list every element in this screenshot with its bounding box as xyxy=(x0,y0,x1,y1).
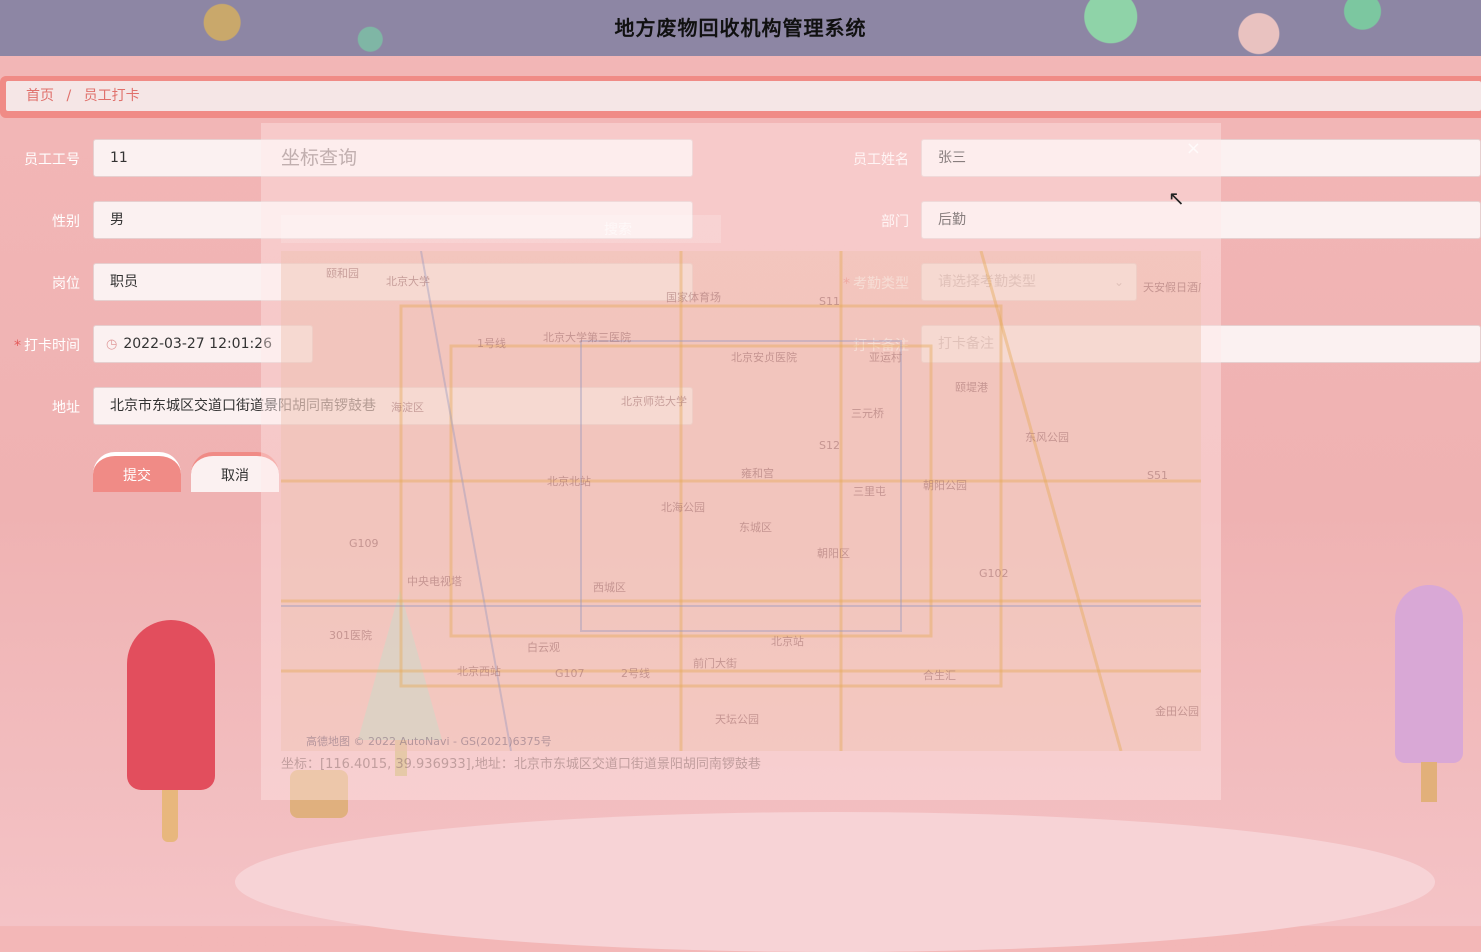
app-header: 地方废物回收机构管理系统 xyxy=(0,0,1481,56)
map-label: 国家体育场 xyxy=(666,291,721,304)
gender-label: 性别 xyxy=(52,214,80,230)
mouse-cursor-icon: ↖ xyxy=(1168,186,1185,210)
map-label: 北京站 xyxy=(771,635,804,648)
map-label: 前门大街 xyxy=(693,657,737,670)
close-icon[interactable]: × xyxy=(1186,138,1201,159)
address-label: 地址 xyxy=(52,400,80,416)
map-label: 金田公园 xyxy=(1155,705,1199,718)
map-search-button[interactable]: 搜索 xyxy=(604,219,632,239)
position-label: 岗位 xyxy=(52,276,80,292)
map-label: 颐和园 xyxy=(326,267,359,280)
clock-time-value: 2022-03-27 12:01:26 xyxy=(123,336,273,352)
breadcrumb-home[interactable]: 首页 xyxy=(26,88,54,104)
popsicle-decoration xyxy=(1395,585,1463,763)
map-view[interactable]: 颐和园 北京大学 国家体育场 北京大学第三医院 北京安贞医院 北京师范大学 海淀… xyxy=(281,251,1201,751)
required-mark: * xyxy=(14,338,21,354)
popsicle-stick-decoration xyxy=(162,790,178,842)
map-label: G109 xyxy=(349,537,379,550)
map-label: 白云观 xyxy=(527,641,560,654)
map-label: 海淀区 xyxy=(391,401,424,414)
map-label: 朝阳区 xyxy=(817,547,850,560)
map-label: S51 xyxy=(1147,469,1168,482)
clock-time-label-text: 打卡时间 xyxy=(24,338,80,354)
map-label: 天安假日酒店 xyxy=(1143,281,1201,294)
map-label: 东城区 xyxy=(739,521,772,534)
map-label: 301医院 xyxy=(329,629,372,642)
map-label: 1号线 xyxy=(477,337,506,350)
map-label: 三里屯 xyxy=(853,485,886,498)
map-label: S11 xyxy=(819,295,840,308)
map-label: 中央电视塔 xyxy=(407,575,462,588)
clock-icon: ◷ xyxy=(106,337,118,352)
map-label: 北京大学 xyxy=(386,275,430,288)
popsicle-decoration xyxy=(127,620,215,790)
map-search-input[interactable] xyxy=(281,215,721,243)
submit-button[interactable]: 提交 xyxy=(93,452,181,492)
map-label: 2号线 xyxy=(621,667,650,680)
map-label: 西城区 xyxy=(593,581,626,594)
map-label: 北京师范大学 xyxy=(621,395,687,408)
breadcrumb: 首页 / 员工打卡 xyxy=(6,81,1481,111)
popsicle-stick-decoration xyxy=(1421,762,1437,802)
breadcrumb-bar: 首页 / 员工打卡 xyxy=(0,76,1481,118)
coordinate-readout: 坐标：[116.4015, 39.936933],地址：北京市东城区交道口街道景… xyxy=(281,757,761,772)
map-label: 朝阳公园 xyxy=(923,479,967,492)
map-label: 天坛公园 xyxy=(715,713,759,726)
coordinate-dialog: 坐标查询 × 搜索 颐和园 北京大学 国家体育场 北京大学第三医院 北京安贞医院… xyxy=(261,123,1221,800)
map-label: 东风公园 xyxy=(1025,431,1069,444)
map-label: 北京安贞医院 xyxy=(731,351,797,364)
map-label: 亚运村 xyxy=(869,351,902,364)
breadcrumb-current: 员工打卡 xyxy=(83,88,140,104)
map-copyright: 高德地图 © 2022 AutoNavi - GS(2021)6375号 xyxy=(306,735,552,748)
pedestal-decoration xyxy=(235,812,1435,952)
map-label: 颐堤港 xyxy=(955,381,988,394)
map-label: 雍和宫 xyxy=(741,467,774,480)
map-label: G107 xyxy=(555,667,585,680)
map-label: 合生汇 xyxy=(923,669,956,682)
map-label: S12 xyxy=(819,439,840,452)
map-label: 北海公园 xyxy=(661,501,705,514)
clock-time-label: * 打卡时间 xyxy=(0,335,80,355)
map-roads xyxy=(281,251,1201,751)
map-label: 北京北站 xyxy=(547,475,591,488)
map-label: 三元桥 xyxy=(851,407,884,420)
map-label: G102 xyxy=(979,567,1009,580)
app-title: 地方废物回收机构管理系统 xyxy=(614,16,867,40)
map-label: 北京西站 xyxy=(457,665,501,678)
breadcrumb-separator: / xyxy=(66,88,72,104)
dialog-title: 坐标查询 xyxy=(281,147,358,169)
employee-no-label: 员工工号 xyxy=(24,152,80,168)
map-label: 北京大学第三医院 xyxy=(543,331,631,344)
